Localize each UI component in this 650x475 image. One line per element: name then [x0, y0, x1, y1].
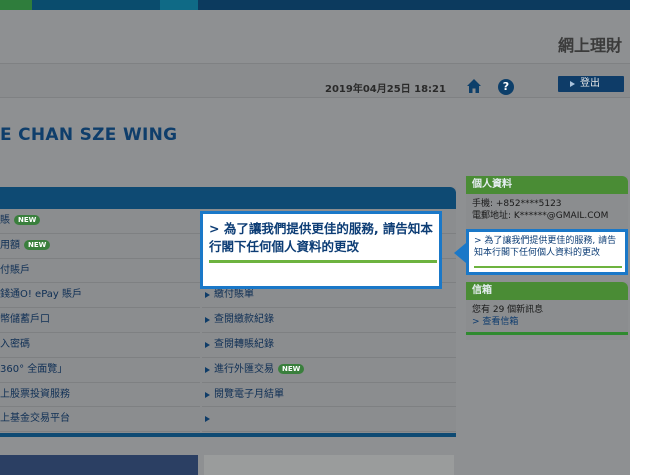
menu-right-item[interactable]: [202, 407, 456, 433]
inbox-underline: [466, 332, 628, 335]
menu-left-item[interactable]: 幣儲蓄戶口: [0, 308, 200, 333]
menu-left-item-label: 上股票投資服務: [0, 388, 70, 400]
menu-right-item-label: 進行外匯交易: [214, 363, 274, 375]
profile-update-highlight[interactable]: > 為了讓我們提供更佳的服務, 請告知本行閣下任何個人資料的更改: [466, 229, 628, 275]
callout-tooltip: > 為了讓我們提供更佳的服務, 請告知本行閣下任何個人資料的更改: [200, 211, 442, 289]
menu-panel-header: [0, 187, 456, 209]
menu-left-item-label: 入密碼: [0, 338, 30, 350]
menu-left-item[interactable]: 上股票投資服務: [0, 383, 200, 408]
menu-left-column: 賬 NEW 用額 NEW 付賬戶錢通O! ePay 賬戶 幣儲蓄戶口入密碼 360° 全面覽…: [0, 209, 200, 433]
inbox-panel: 信箱 您有 29 個新訊息 > 查看信箱: [466, 282, 628, 340]
highlight-underline: [474, 266, 622, 268]
menu-left-item-label: 幣儲蓄戶口: [0, 314, 50, 326]
app-title: 網上理財: [557, 36, 622, 55]
menu-right-item[interactable]: 查閱繳款紀錄: [202, 308, 456, 333]
menu-left-item[interactable]: 付賬戶: [0, 259, 200, 284]
menu-left-item[interactable]: 用額 NEW: [0, 234, 200, 259]
inbox-panel-title: 信箱: [466, 282, 628, 300]
menu-left-item-label: 用額: [0, 239, 20, 251]
menu-left-item[interactable]: 賬 NEW: [0, 209, 200, 234]
profile-update-link[interactable]: > 為了讓我們提供更佳的服務, 請告知本行閣下任何個人資料的更改: [474, 235, 620, 259]
menu-left-item-label: 上基金交易平台: [0, 413, 70, 425]
top-bar-segment: [32, 0, 160, 10]
profile-email: 電郵地址: K******@GMAIL.COM: [472, 211, 609, 221]
profile-panel-body: 手機: +852****5123 電郵地址: K******@GMAIL.COM: [466, 194, 628, 226]
home-icon[interactable]: [466, 78, 482, 94]
tooltip-text: > 為了讓我們提供更佳的服務, 請告知本行閣下任何個人資料的更改: [209, 221, 433, 254]
menu-left-item[interactable]: 上基金交易平台: [0, 407, 200, 433]
page-right-margin: [630, 0, 650, 475]
banner-thumbnail-middle[interactable]: [204, 455, 454, 475]
menu-left-item-label: 360° 全面覽」: [0, 363, 68, 375]
top-bar-segment: [160, 0, 198, 10]
menu-left-item-label: 賬: [0, 215, 10, 226]
inbox-panel-body: 您有 29 個新訊息 > 查看信箱: [466, 300, 628, 332]
menu-right-item-label: 查閱轉賬紀錄: [214, 338, 274, 350]
logout-button[interactable]: 登出: [558, 76, 624, 92]
new-badge: NEW: [14, 215, 41, 225]
profile-phone: 手機: +852****5123: [472, 199, 562, 209]
menu-left-item[interactable]: 360° 全面覽」: [0, 358, 200, 383]
menu-left-item-label: 錢通O! ePay 賬戶: [0, 289, 83, 301]
menu-right-item[interactable]: 進行外匯交易 NEW: [202, 358, 456, 383]
inbox-message-count: 您有 29 個新訊息: [472, 305, 544, 315]
menu-right-item[interactable]: 查閱轉賬紀錄: [202, 333, 456, 358]
new-badge: NEW: [24, 239, 51, 250]
profile-panel-title: 個人資料: [466, 176, 628, 194]
menu-right-item[interactable]: 閱覽電子月結單: [202, 383, 456, 408]
tooltip-arrow: [442, 243, 466, 263]
tooltip-underline: [209, 260, 437, 263]
status-bar: 2019年04月25日 18:21: [0, 63, 630, 98]
new-badge: NEW: [278, 363, 305, 374]
current-datetime: 2019年04月25日 18:21: [325, 84, 446, 95]
view-inbox-link[interactable]: > 查看信箱: [472, 316, 622, 328]
user-name: E CHAN SZE WING: [0, 125, 178, 145]
banner-thumbnail-left[interactable]: [0, 455, 198, 475]
top-color-bar: [0, 0, 630, 10]
menu-left-item[interactable]: 錢通O! ePay 賬戶: [0, 283, 200, 309]
menu-right-item-label: 查閱繳款紀錄: [214, 314, 274, 326]
menu-right-item-label: 繳付賬單: [214, 289, 254, 301]
top-bar-segment: [0, 0, 32, 10]
menu-right-item-label: 閱覽電子月結單: [214, 388, 284, 400]
menu-left-item-label: 付賬戶: [0, 264, 30, 276]
help-icon[interactable]: ?: [498, 79, 514, 95]
menu-left-item[interactable]: 入密碼: [0, 333, 200, 358]
